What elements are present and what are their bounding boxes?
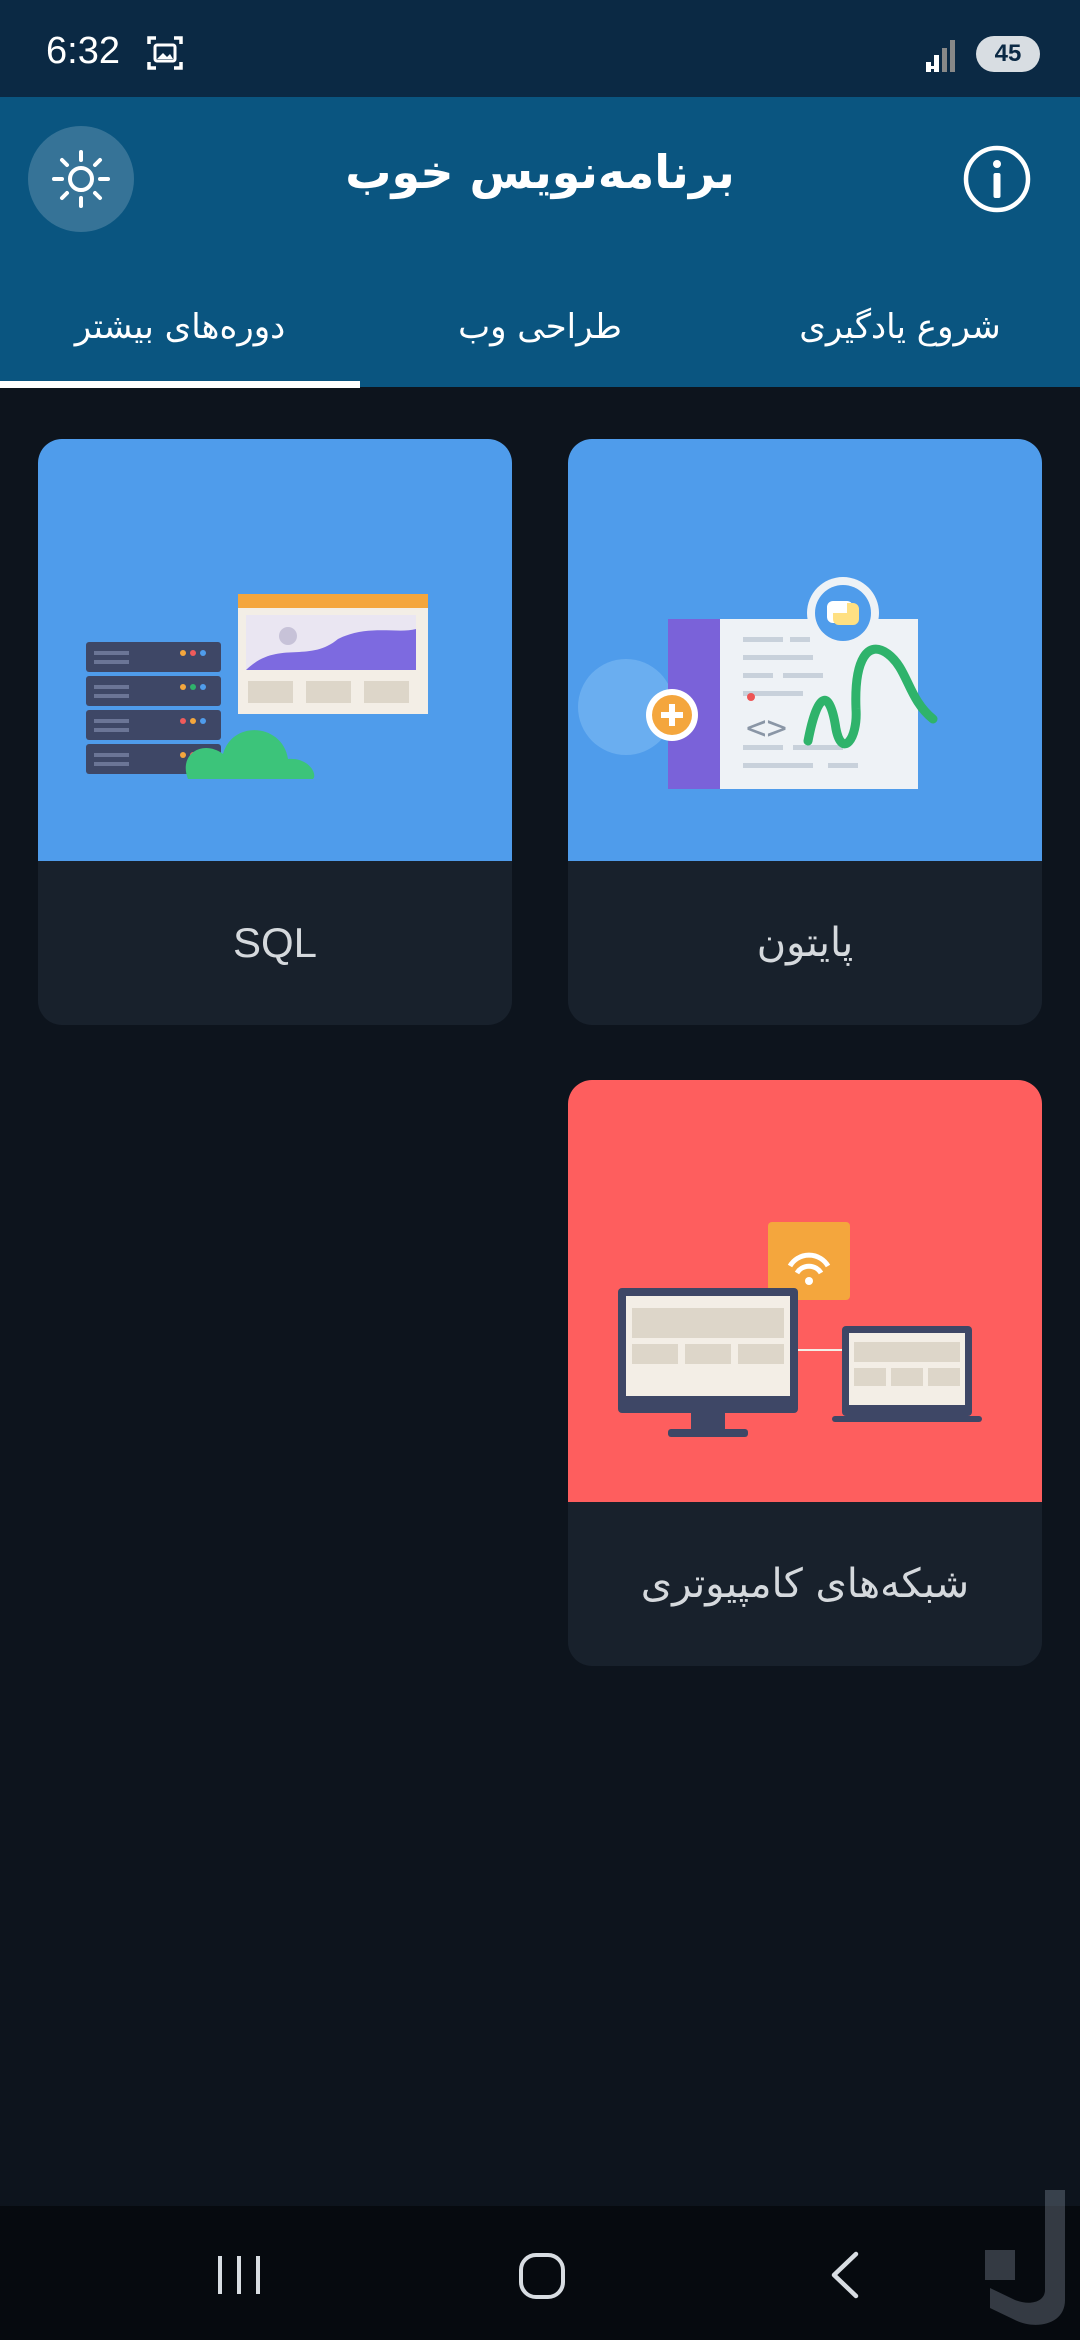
course-card-sql[interactable]: SQL	[38, 439, 512, 1025]
info-icon[interactable]	[962, 144, 1032, 214]
course-label-python: پایتون	[756, 920, 854, 966]
theme-toggle-button[interactable]	[28, 126, 134, 232]
course-card-python[interactable]: <> پایتون	[568, 439, 1042, 1025]
tab-bar: شروع یادگیری طراحی وب دوره‌های بیشتر	[0, 287, 1080, 387]
app-header: برنامه‌نویس خوب شروع یادگیری طراحی وب دو…	[0, 97, 1080, 387]
active-tab-indicator	[0, 381, 360, 388]
course-label-computer-networks: شبکه‌های کامپیوتری	[640, 1561, 970, 1607]
app-title: برنامه‌نویس خوب	[345, 145, 735, 199]
sun-icon	[52, 150, 110, 208]
course-card-computer-networks[interactable]: شبکه‌های کامپیوتری	[568, 1080, 1042, 1666]
home-icon[interactable]	[518, 2252, 566, 2300]
sql-illustration	[38, 439, 512, 861]
system-navigation-bar	[0, 2206, 1080, 2340]
screenshot-icon	[147, 36, 183, 70]
recent-apps-icon[interactable]	[216, 2254, 262, 2296]
network-illustration	[568, 1080, 1042, 1502]
signal-icon	[926, 40, 955, 72]
battery-indicator: 45	[976, 36, 1040, 72]
back-icon[interactable]	[826, 2250, 862, 2300]
status-time: 6:32	[46, 30, 120, 72]
tab-web-design[interactable]: طراحی وب	[360, 287, 720, 387]
tab-start-learning[interactable]: شروع یادگیری	[720, 287, 1080, 387]
tab-more-courses[interactable]: دوره‌های بیشتر	[0, 287, 360, 387]
watermark-logo	[985, 2190, 1065, 2325]
course-label-sql: SQL	[232, 919, 318, 966]
status-bar: 6:32 45	[0, 0, 1080, 97]
svg-text:<>: <>	[746, 708, 787, 748]
python-illustration: <>	[568, 439, 1042, 861]
